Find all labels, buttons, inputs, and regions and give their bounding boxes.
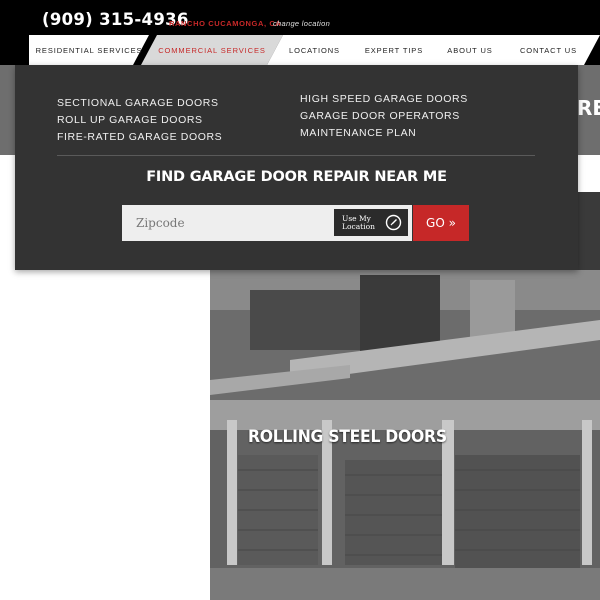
menu-item-sectional-garage-doors[interactable]: SECTIONAL GARAGE DOORS [57,95,222,112]
menu-item-roll-up-garage-doors[interactable]: ROLL UP GARAGE DOORS [57,112,222,129]
tab-commercial-services[interactable]: COMMERCIAL SERVICES [141,35,283,65]
tab-label: COMMERCIAL SERVICES [158,45,266,55]
tab-label: RESIDENTIAL SERVICES [35,45,143,55]
go-button[interactable]: GO » [413,205,469,241]
dropdown-divider [57,155,535,156]
use-my-location-label: Use My Location [342,213,375,231]
tab-contact-us[interactable]: CONTACT US [497,35,600,65]
menu-item-garage-door-operators[interactable]: GARAGE DOOR OPERATORS [300,108,468,125]
menu-item-maintenance-plan[interactable]: MAINTENANCE PLAN [300,125,468,142]
tab-residential-services[interactable]: RESIDENTIAL SERVICES [29,35,149,65]
dropdown-left-column: SECTIONAL GARAGE DOORS ROLL UP GARAGE DO… [57,95,222,146]
use-my-location-button[interactable]: Use My Location [334,209,408,236]
menu-item-fire-rated-garage-doors[interactable]: FIRE-RATED GARAGE DOORS [57,129,222,146]
tab-label: CONTACT US [519,45,578,55]
find-repair-heading: FIND GARAGE DOOR REPAIR NEAR ME [146,169,447,185]
current-city: RANCHO CUCAMONGA, CA [169,19,282,28]
phone-number[interactable]: (909) 315-4936 [42,10,189,29]
photo-title: ROLLING STEEL DOORS [248,427,447,447]
change-location-link[interactable]: change location [273,19,330,28]
commercial-services-dropdown: SECTIONAL GARAGE DOORS ROLL UP GARAGE DO… [15,65,578,270]
dropdown-right-column: HIGH SPEED GARAGE DOORS GARAGE DOOR OPER… [300,91,468,142]
compass-icon [385,214,402,231]
menu-item-high-speed-garage-doors[interactable]: HIGH SPEED GARAGE DOORS [300,91,468,108]
hero-heading-partial: REP [577,96,600,120]
